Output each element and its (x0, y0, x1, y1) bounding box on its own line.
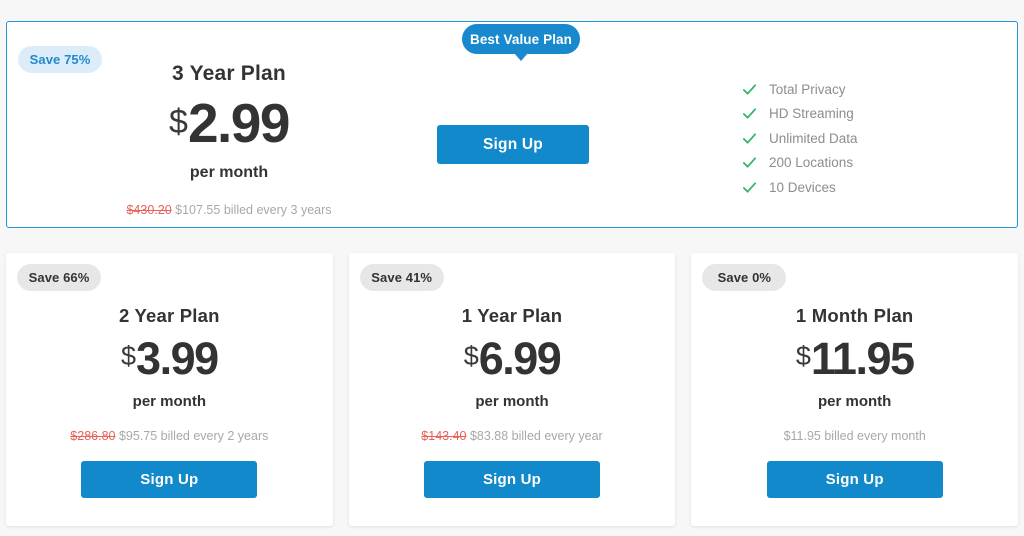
original-price: $430.20 (126, 203, 172, 217)
feature-label: Total Privacy (769, 81, 846, 97)
billing-details: $143.40 $83.88 billed every year (349, 429, 676, 443)
plan-card-1-year[interactable]: Save 41% 1 Year Plan $ 6.99 per month $1… (348, 253, 676, 526)
original-price: $286.80 (70, 429, 116, 443)
plan-details: 1 Month Plan $ 11.95 per month $11.95 bi… (691, 305, 1018, 443)
billing-text: $83.88 billed every year (469, 429, 603, 443)
featured-plan-details: 3 Year Plan $ 2.99 per month $430.20 $10… (99, 62, 359, 217)
feature-list: Total Privacy HD Streaming Unlimited Dat… (742, 77, 858, 200)
currency-symbol: $ (169, 103, 188, 141)
price-amount: 6.99 (478, 333, 562, 384)
check-icon (742, 182, 757, 193)
plan-title: 2 Year Plan (119, 305, 220, 326)
featured-plan-card[interactable]: Best Value Plan Save 75% 3 Year Plan $ 2… (6, 21, 1018, 228)
signup-button[interactable]: Sign Up (424, 461, 600, 498)
feature-item: HD Streaming (742, 102, 858, 127)
check-icon (742, 157, 757, 168)
signup-button[interactable]: Sign Up (766, 461, 943, 498)
price-amount: 11.95 (810, 333, 915, 384)
feature-item: 200 Locations (742, 151, 858, 176)
feature-item: Unlimited Data (742, 126, 858, 151)
original-price: $143.40 (421, 429, 467, 443)
save-badge: Save 41% (359, 264, 444, 291)
billing-details: $430.20 $107.55 billed every 3 years (99, 203, 359, 217)
price-amount: 2.99 (187, 92, 291, 154)
signup-button[interactable]: Sign Up (81, 461, 258, 498)
best-value-plan-badge: Best Value Plan (462, 24, 580, 61)
plan-price: $ 11.95 (691, 336, 1018, 381)
plan-title: 1 Month Plan (795, 305, 914, 326)
feature-label: 200 Locations (769, 155, 854, 171)
pricing-page: Best Value Plan Save 75% 3 Year Plan $ 2… (0, 0, 1024, 536)
feature-label: 10 Devices (769, 179, 836, 195)
plan-price: $ 3.99 (6, 336, 333, 381)
check-icon (742, 84, 757, 95)
billing-details: $11.95 billed every month (691, 429, 1018, 443)
check-icon (742, 133, 757, 144)
price-amount: 3.99 (136, 333, 219, 384)
save-badge: Save 66% (17, 264, 101, 291)
billing-period-label: per month (189, 164, 269, 181)
currency-symbol: $ (121, 341, 137, 371)
save-badge-featured: Save 75% (18, 46, 102, 73)
feature-label: HD Streaming (769, 106, 854, 122)
plan-details: 1 Year Plan $ 6.99 per month $143.40 $83… (349, 305, 676, 443)
billing-text: $107.55 billed every 3 years (175, 203, 332, 217)
check-icon (742, 108, 757, 119)
currency-symbol: $ (795, 341, 811, 371)
signup-button-featured[interactable]: Sign Up (437, 125, 589, 164)
plan-title: 1 Year Plan (461, 305, 563, 326)
billing-details: $286.80 $95.75 billed every 2 years (6, 429, 333, 443)
billing-period-label: per month (818, 393, 892, 410)
billing-period-label: per month (132, 393, 206, 410)
currency-symbol: $ (463, 341, 479, 371)
plan-details: 2 Year Plan $ 3.99 per month $286.80 $95… (6, 305, 333, 443)
feature-item: 10 Devices (742, 175, 858, 200)
plan-price: $ 6.99 (349, 336, 676, 381)
feature-item: Total Privacy (742, 77, 858, 102)
save-badge: Save 0% (702, 264, 787, 291)
feature-label: Unlimited Data (769, 130, 858, 146)
plan-cards-row: Save 66% 2 Year Plan $ 3.99 per month $2… (6, 253, 1019, 526)
billing-text: $11.95 billed every month (783, 429, 926, 443)
billing-text: $95.75 billed every 2 years (118, 429, 269, 443)
plan-price: $ 2.99 (99, 96, 359, 151)
plan-card-1-month[interactable]: Save 0% 1 Month Plan $ 11.95 per month $… (691, 253, 1019, 526)
plan-title: 3 Year Plan (172, 62, 286, 85)
billing-period-label: per month (475, 393, 549, 410)
plan-card-2-year[interactable]: Save 66% 2 Year Plan $ 3.99 per month $2… (6, 253, 333, 526)
